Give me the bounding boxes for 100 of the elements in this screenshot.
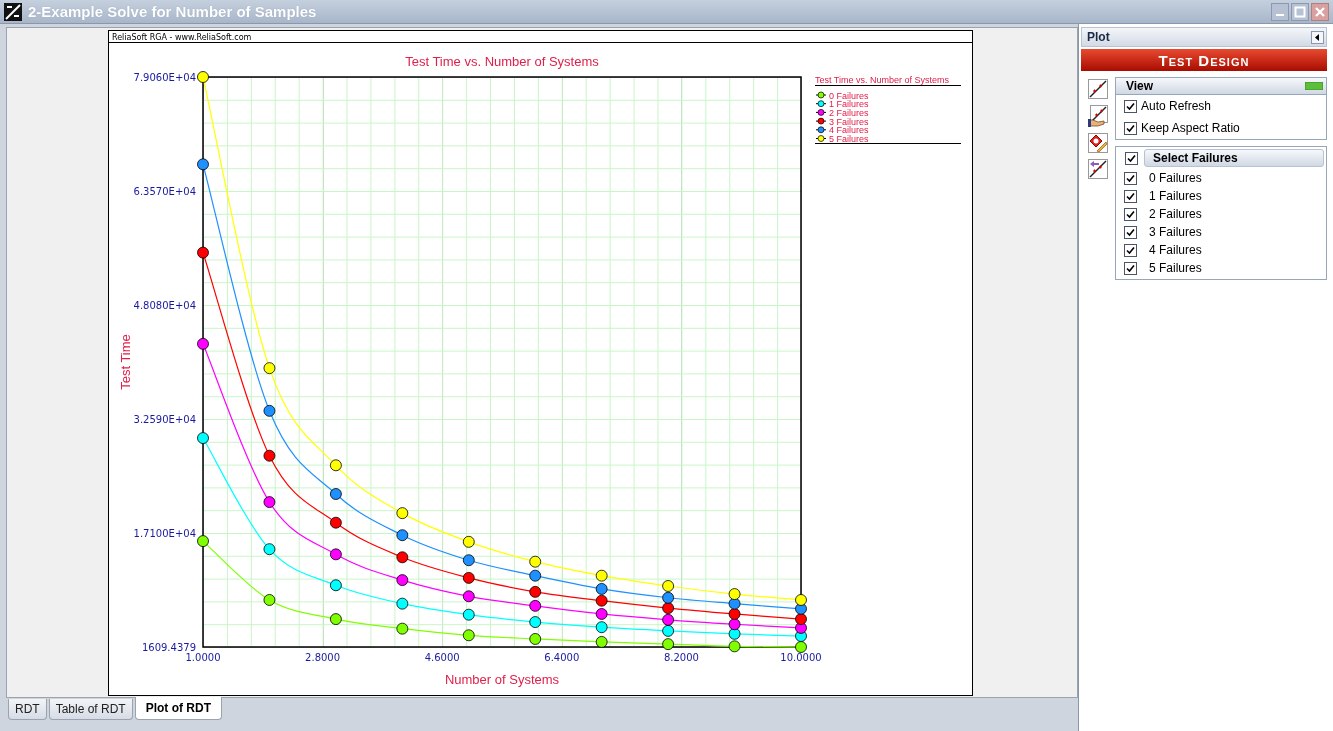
data-point [595, 583, 608, 595]
checkbox[interactable] [1124, 99, 1137, 113]
checkbox[interactable] [1124, 243, 1137, 257]
legend-label: 4 Failures [829, 125, 869, 136]
data-point [462, 608, 475, 621]
banner: Test Design [1081, 49, 1327, 71]
data-point [728, 608, 741, 620]
x-tick-label: 1.0000 [185, 652, 221, 663]
data-point [795, 622, 807, 634]
minimize-icon[interactable] [1271, 2, 1289, 21]
group-title: View [1126, 79, 1154, 93]
data-point [662, 625, 674, 637]
checkbox[interactable] [1124, 225, 1137, 239]
indicator-icon [1305, 82, 1323, 90]
y-tick-label: 7.9060E+04 [133, 72, 196, 83]
collapse-icon[interactable] [1311, 30, 1324, 44]
y-tick-label: 1609.4379 [141, 642, 196, 653]
data-point [330, 488, 342, 500]
data-point [330, 459, 342, 472]
data-point [662, 580, 674, 592]
data-point [263, 404, 276, 417]
data-point [795, 613, 807, 625]
legend-label: 1 Failures [829, 99, 869, 110]
data-point [529, 555, 542, 568]
data-point [396, 574, 409, 586]
legend-label: 3 Failures [829, 116, 869, 127]
data-point [595, 594, 608, 607]
x-tick-label: 2.8000 [305, 652, 341, 663]
maximize-icon[interactable] [1291, 2, 1309, 21]
data-point [595, 621, 608, 634]
tab[interactable]: RDT [8, 699, 47, 720]
data-point [462, 629, 475, 642]
legend-title: Test Time vs. Number of Systems [815, 75, 950, 85]
checkbox[interactable] [1124, 261, 1137, 275]
window-title: 2-Example Solve for Number of Samples [28, 3, 318, 20]
data-point [595, 569, 608, 582]
close-icon[interactable] [1311, 2, 1329, 21]
failure-label: 3 Failures [1149, 225, 1202, 239]
x-tick-label: 4.6000 [424, 652, 460, 663]
checkbox[interactable] [1124, 121, 1137, 135]
checkbox[interactable] [1124, 189, 1137, 203]
data-point [396, 507, 409, 520]
option-label: Auto Refresh [1141, 99, 1212, 113]
failure-label: 5 Failures [1149, 261, 1202, 275]
y-tick-label: 6.3570E+04 [133, 186, 196, 197]
data-point [462, 535, 475, 548]
data-point [595, 608, 608, 620]
x-axis-label: Number of Systems [444, 672, 560, 687]
data-point [529, 585, 542, 598]
data-point [728, 627, 741, 640]
y-tick-label: 3.2590E+04 [133, 414, 196, 425]
data-point [529, 599, 542, 612]
checkbox[interactable] [1124, 207, 1137, 221]
panel-title: Plot [1087, 30, 1110, 44]
data-point [728, 588, 741, 600]
data-point [330, 613, 342, 625]
arrow-chart-icon[interactable] [1088, 159, 1108, 179]
data-point [263, 543, 276, 556]
data-point [396, 597, 409, 610]
checkbox[interactable] [1124, 151, 1138, 165]
failure-label: 2 Failures [1149, 207, 1202, 221]
data-point [662, 602, 674, 614]
data-point [529, 616, 542, 628]
data-point [263, 449, 276, 462]
y-axis-label: Test Time [118, 334, 133, 390]
data-point [795, 641, 807, 653]
data-point [728, 618, 741, 631]
chart-header: ReliaSoft RGA - www.ReliaSoft.com [112, 33, 252, 42]
pencil-icon[interactable] [1088, 133, 1108, 153]
data-point [263, 362, 276, 375]
y-tick-label: 4.8080E+04 [133, 300, 196, 311]
legend-label: 0 Failures [829, 90, 869, 101]
data-point [462, 554, 475, 567]
data-point [728, 597, 741, 610]
failure-label: 4 Failures [1149, 243, 1202, 257]
data-point [263, 594, 276, 606]
x-tick-label: 6.4000 [544, 652, 580, 663]
x-tick-label: 10.0000 [780, 652, 822, 663]
data-point [462, 590, 475, 603]
tab[interactable]: Plot of RDT [134, 697, 223, 720]
hand-chart-icon[interactable] [1088, 105, 1108, 127]
data-point [330, 548, 342, 561]
tab[interactable]: Table of RDT [48, 699, 133, 720]
data-point [330, 579, 342, 592]
group-header: Select Failures [1144, 149, 1324, 167]
data-point [330, 516, 342, 529]
data-point [396, 551, 409, 564]
option-label: Keep Aspect Ratio [1141, 121, 1240, 135]
chart-line-icon[interactable] [1088, 79, 1108, 99]
data-point [529, 633, 542, 645]
chart-title: Test Time vs. Number of Systems [405, 54, 599, 69]
data-point [529, 569, 542, 582]
checkbox[interactable] [1124, 171, 1137, 185]
y-tick-label: 1.7100E+04 [133, 528, 196, 539]
data-point [662, 613, 674, 626]
app-icon [4, 2, 22, 21]
data-point [263, 496, 276, 508]
data-point [662, 591, 674, 604]
legend-label: 2 Failures [829, 107, 869, 118]
data-point [396, 622, 409, 635]
